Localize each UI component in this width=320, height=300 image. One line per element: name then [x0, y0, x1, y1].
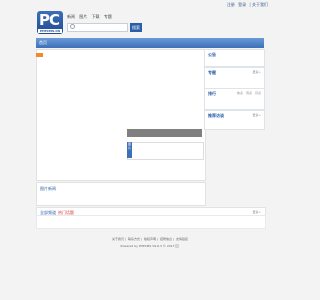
footer-powered: Powered by PHPCMS V9.6.3 © 2017 [0, 244, 300, 248]
logo-text: PC [39, 11, 60, 29]
top-nav: 新闻 图片 下载 专题 [67, 14, 115, 20]
special-box: 专题 更多> [204, 67, 265, 89]
tab-hot[interactable]: 热点 [237, 91, 243, 95]
site-logo[interactable]: PC PHPCMS.CN [37, 11, 63, 34]
announce-box: 公告 [204, 49, 265, 67]
footer-link-copyright[interactable]: 版权声明 [144, 237, 156, 241]
top-links: 注册 登录 | 关于我们 [225, 2, 268, 8]
tab-month[interactable]: 月点 [255, 91, 261, 95]
search-input[interactable] [67, 23, 128, 32]
caption-panel [127, 142, 204, 160]
cnzz-badge-icon[interactable] [175, 244, 180, 248]
tab-week[interactable]: 周点 [246, 91, 252, 95]
hot-topics-content [36, 215, 266, 229]
footer-links: 关于我们| 联系方式| 版权声明| 招聘信息| 友情链接 [112, 237, 188, 241]
interview-title: 推荐访谈 [208, 113, 224, 118]
interview-more-link[interactable]: 更多> [252, 113, 261, 117]
category-title[interactable]: 图片新闻 [40, 186, 56, 192]
ranking-tabs: 热点 周点 月点 [235, 91, 261, 95]
special-title: 专题 [208, 70, 216, 75]
footer-link-contact[interactable]: 联系方式 [128, 237, 140, 241]
special-more-link[interactable]: 更多> [252, 70, 261, 74]
navbar-home[interactable]: 首页 [39, 40, 47, 46]
category-section: 图片新闻 [36, 182, 206, 206]
footer-link-friends[interactable]: 友情链接 [176, 237, 188, 241]
hot-more-link[interactable]: 更多> [252, 210, 261, 214]
search-button[interactable]: 搜索 [130, 23, 142, 32]
register-link[interactable]: 注册 [227, 2, 235, 7]
ranking-box: 排行 热点 周点 月点 [204, 88, 265, 110]
announce-title: 公告 [208, 52, 216, 57]
ranking-title: 排行 [208, 91, 216, 96]
footer-link-about[interactable]: 关于我们 [112, 237, 124, 241]
logo-tagline: PHPCMS.CN [38, 29, 62, 33]
caption-tab[interactable]: 图 片 [127, 142, 132, 158]
interview-box: 推荐访谈 更多> [204, 110, 265, 130]
main-navbar: 首页 [36, 38, 264, 48]
login-link[interactable]: 登录 [238, 2, 246, 7]
slide-title-bar[interactable] [127, 129, 202, 137]
hot-ribbon [36, 53, 43, 57]
nav-item-specials[interactable]: 专题 [104, 14, 112, 19]
about-link[interactable]: | 关于我们 [249, 2, 268, 7]
nav-item-pictures[interactable]: 图片 [79, 14, 87, 19]
nav-item-downloads[interactable]: 下载 [92, 14, 100, 19]
nav-item-news[interactable]: 新闻 [67, 14, 75, 19]
footer-link-jobs[interactable]: 招聘信息 [160, 237, 172, 241]
powered-text: Powered by PHPCMS V9.6.3 © 2017 [120, 244, 175, 248]
search-icon [70, 24, 75, 29]
main-content [36, 49, 206, 181]
